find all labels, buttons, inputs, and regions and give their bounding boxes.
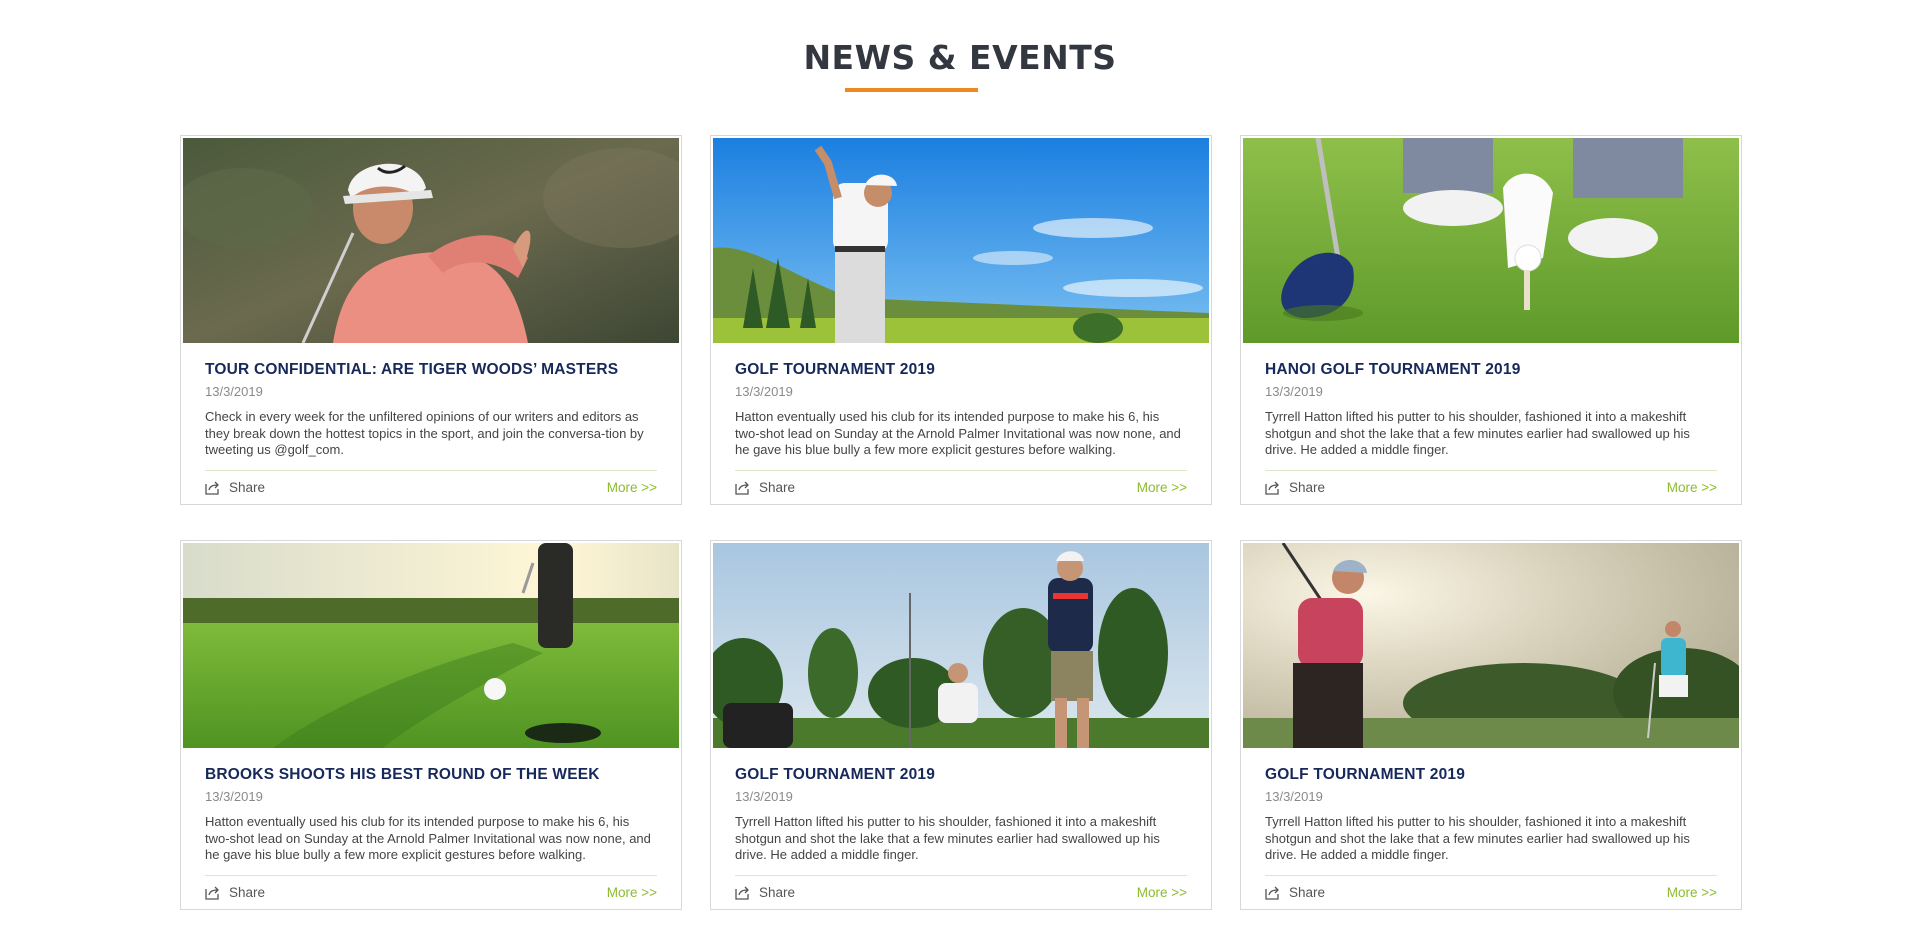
card-date: 13/3/2019 xyxy=(735,384,793,399)
golfer-swing-blue-sky-photo xyxy=(713,138,1209,343)
section-title: NEWS & EVENTS xyxy=(803,38,1117,77)
golf-couple-sunlight-photo xyxy=(1243,543,1739,748)
share-button[interactable]: Share xyxy=(1265,884,1325,902)
share-icon xyxy=(1265,886,1279,900)
share-icon xyxy=(205,481,219,495)
share-label: Share xyxy=(1289,885,1326,900)
card-title[interactable]: GOLF TOURNAMENT 2019 xyxy=(735,360,1187,380)
golf-ball-on-tee-photo xyxy=(1243,138,1739,343)
card-excerpt: Hatton eventually used his club for its … xyxy=(205,814,651,862)
card-image[interactable] xyxy=(713,543,1209,748)
card-date: 13/3/2019 xyxy=(205,384,263,399)
card-excerpt: Tyrrell Hatton lifted his putter to his … xyxy=(1265,409,1690,457)
card-excerpt: Tyrrell Hatton lifted his putter to his … xyxy=(735,814,1160,862)
share-button[interactable]: Share xyxy=(205,479,265,497)
news-card: BROOKS SHOOTS HIS BEST ROUND OF THE WEEK… xyxy=(180,540,682,910)
share-label: Share xyxy=(229,885,266,900)
share-label: Share xyxy=(1289,480,1326,495)
card-divider xyxy=(735,470,1187,471)
card-title[interactable]: TOUR CONFIDENTIAL: ARE TIGER WOODS’ MAST… xyxy=(205,360,657,380)
news-card: GOLF TOURNAMENT 2019 13/3/2019 Hatton ev… xyxy=(710,135,1212,505)
more-link[interactable]: More >> xyxy=(607,479,657,497)
share-icon xyxy=(1265,481,1279,495)
card-divider xyxy=(205,875,657,876)
card-date: 13/3/2019 xyxy=(1265,384,1323,399)
card-footer: Share More >> xyxy=(735,479,1187,497)
more-link[interactable]: More >> xyxy=(1137,479,1187,497)
card-footer: Share More >> xyxy=(1265,884,1717,902)
card-image[interactable] xyxy=(183,543,679,748)
card-footer: Share More >> xyxy=(1265,479,1717,497)
share-icon xyxy=(735,481,749,495)
card-image[interactable] xyxy=(713,138,1209,343)
more-link[interactable]: More >> xyxy=(1137,884,1187,902)
share-button[interactable]: Share xyxy=(735,884,795,902)
card-title[interactable]: HANOI GOLF TOURNAMENT 2019 xyxy=(1265,360,1717,380)
card-date: 13/3/2019 xyxy=(205,789,263,804)
card-footer: Share More >> xyxy=(205,884,657,902)
more-link[interactable]: More >> xyxy=(607,884,657,902)
news-grid: TOUR CONFIDENTIAL: ARE TIGER WOODS’ MAST… xyxy=(180,135,1742,910)
share-icon xyxy=(735,886,749,900)
golfer-in-pink-shirt-photo xyxy=(183,138,679,343)
share-button[interactable]: Share xyxy=(1265,479,1325,497)
share-icon xyxy=(205,886,219,900)
card-title[interactable]: BROOKS SHOOTS HIS BEST ROUND OF THE WEEK xyxy=(205,765,657,785)
golfers-with-trees-photo xyxy=(713,543,1209,748)
card-date: 13/3/2019 xyxy=(735,789,793,804)
card-divider xyxy=(1265,875,1717,876)
card-image[interactable] xyxy=(183,138,679,343)
share-label: Share xyxy=(229,480,266,495)
card-excerpt: Tyrrell Hatton lifted his putter to his … xyxy=(1265,814,1690,862)
card-title[interactable]: GOLF TOURNAMENT 2019 xyxy=(1265,765,1717,785)
share-button[interactable]: Share xyxy=(735,479,795,497)
card-divider xyxy=(1265,470,1717,471)
title-underline xyxy=(845,88,978,92)
card-divider xyxy=(205,470,657,471)
more-link[interactable]: More >> xyxy=(1667,479,1717,497)
card-title[interactable]: GOLF TOURNAMENT 2019 xyxy=(735,765,1187,785)
news-card: TOUR CONFIDENTIAL: ARE TIGER WOODS’ MAST… xyxy=(180,135,682,505)
card-excerpt: Check in every week for the unfiltered o… xyxy=(205,409,644,457)
share-label: Share xyxy=(759,480,796,495)
card-divider xyxy=(735,875,1187,876)
news-card: HANOI GOLF TOURNAMENT 2019 13/3/2019 Tyr… xyxy=(1240,135,1742,505)
card-excerpt: Hatton eventually used his club for its … xyxy=(735,409,1181,457)
news-card: GOLF TOURNAMENT 2019 13/3/2019 Tyrrell H… xyxy=(1240,540,1742,910)
share-label: Share xyxy=(759,885,796,900)
more-link[interactable]: More >> xyxy=(1667,884,1717,902)
card-date: 13/3/2019 xyxy=(1265,789,1323,804)
share-button[interactable]: Share xyxy=(205,884,265,902)
card-footer: Share More >> xyxy=(205,479,657,497)
card-footer: Share More >> xyxy=(735,884,1187,902)
news-card: GOLF TOURNAMENT 2019 13/3/2019 Tyrrell H… xyxy=(710,540,1212,910)
card-image[interactable] xyxy=(1243,543,1739,748)
news-events-section: NEWS & EVENTS TOUR CONFIDENTIAL: ARE TIG… xyxy=(0,0,1920,951)
putting-green-sunset-photo xyxy=(183,543,679,748)
card-image[interactable] xyxy=(1243,138,1739,343)
